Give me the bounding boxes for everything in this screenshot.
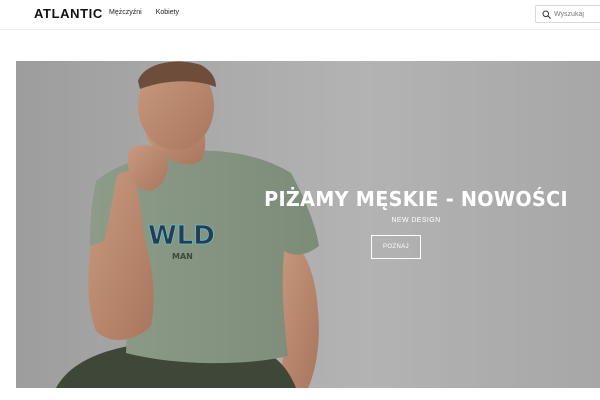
hero-model-image: WLD MAN	[56, 61, 319, 388]
nav-item-women[interactable]: Kobiety	[156, 9, 179, 16]
search-input[interactable]	[554, 10, 600, 18]
site-header: ATLANTIC Mężczyźni Kobiety	[0, 0, 600, 30]
hero-subtitle: NEW DESIGN	[391, 217, 441, 224]
main-nav: Mężczyźni Kobiety	[109, 9, 179, 16]
brand-logo[interactable]: ATLANTIC	[34, 6, 103, 21]
hero-title: PIŻAMY MĘSKIE - NOWOŚCI	[264, 187, 568, 211]
shirt-print-bottom: MAN	[172, 252, 193, 261]
search-icon[interactable]	[540, 7, 552, 21]
discover-button[interactable]: POZNAJ	[371, 235, 421, 259]
nav-item-men[interactable]: Mężczyźni	[109, 9, 142, 16]
hero-banner[interactable]: WLD MAN PIŻAMY MĘSKIE - NOWOŚCI NEW DESI…	[16, 61, 600, 388]
search-box[interactable]	[535, 5, 600, 23]
shirt-print-top: WLD	[148, 221, 215, 251]
